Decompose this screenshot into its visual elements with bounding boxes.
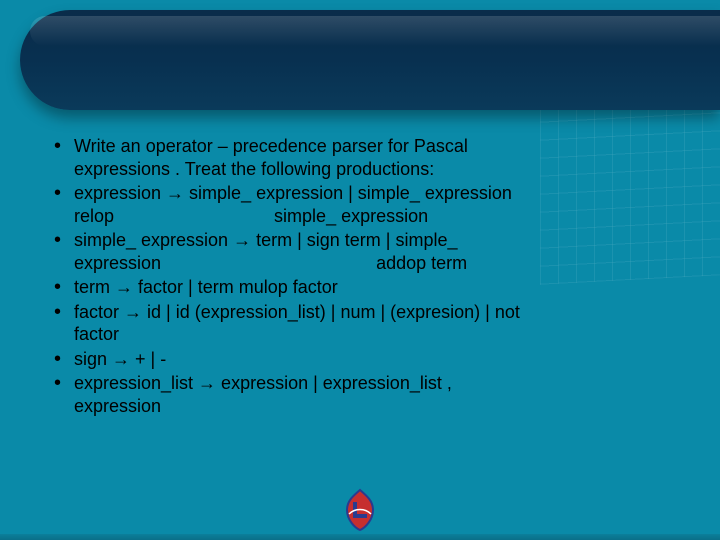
list-item: Write an operator – precedence parser fo…	[50, 135, 670, 180]
bullet-text: term → factor | term mulop factor	[74, 277, 338, 297]
bullet-text: Write an operator – precedence parser fo…	[74, 136, 468, 156]
list-item: term → factor | term mulop factor	[50, 276, 670, 299]
title-bar	[20, 10, 720, 110]
bullet-text: simple_ expression → term | sign term | …	[74, 230, 457, 250]
slide-content: Write an operator – precedence parser fo…	[50, 135, 670, 419]
bullet-text: expression	[74, 396, 161, 416]
list-item: expression → simple_ expression | simple…	[50, 182, 670, 227]
bullet-text: factor → id | id (expression_list) | num…	[74, 302, 520, 322]
list-item: factor → id | id (expression_list) | num…	[50, 301, 670, 346]
bullet-text: expression_list → expression | expressio…	[74, 373, 452, 393]
bullet-text: expression addop term	[74, 253, 467, 273]
logo-icon	[339, 488, 381, 532]
bullet-text: expressions . Treat the following produc…	[74, 159, 434, 179]
list-item: simple_ expression → term | sign term | …	[50, 229, 670, 274]
footer-bar	[0, 534, 720, 540]
list-item: expression_list → expression | expressio…	[50, 372, 670, 417]
bullet-text: expression → simple_ expression | simple…	[74, 183, 512, 203]
bullet-text: factor	[74, 324, 119, 344]
bullet-text: sign → + | -	[74, 349, 166, 369]
list-item: sign → + | -	[50, 348, 670, 371]
bullet-text: relop simple_ expression	[74, 206, 428, 226]
bullet-list: Write an operator – precedence parser fo…	[50, 135, 670, 417]
